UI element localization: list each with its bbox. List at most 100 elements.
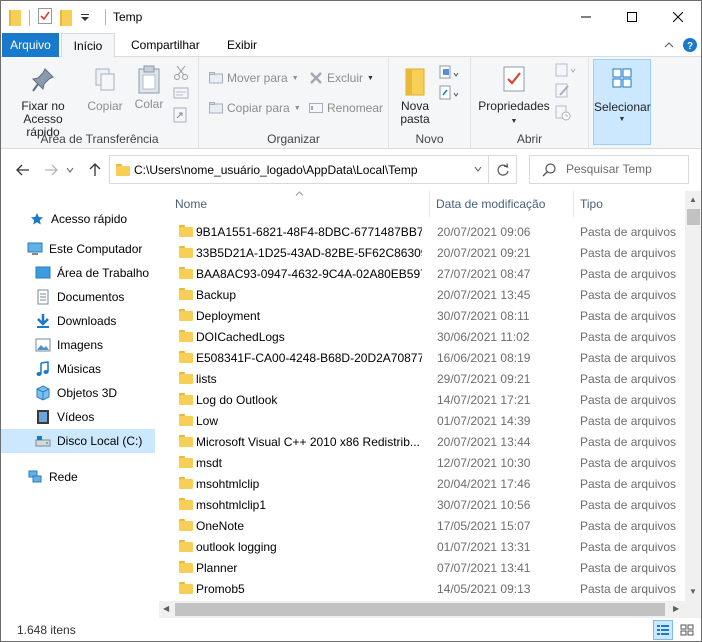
table-row[interactable]: Promob5 14/05/2021 09:13 Pasta de arquivos (159, 578, 685, 599)
tab-view[interactable]: Exibir (217, 33, 267, 57)
rename-button[interactable]: Renomear (309, 101, 383, 115)
nav-quick-access[interactable]: Acesso rápido (1, 207, 155, 231)
column-divider[interactable] (573, 191, 574, 217)
refresh-button[interactable] (488, 156, 517, 183)
new-folder-icon[interactable] (60, 9, 72, 26)
properties-icon[interactable] (38, 8, 52, 27)
file-name[interactable]: Promob5 (196, 582, 422, 596)
paste-button[interactable]: Colar (129, 65, 169, 111)
select-button[interactable]: Selecionar ▼ (593, 59, 651, 145)
scroll-left-icon[interactable]: ◀ (163, 604, 169, 613)
address-bar[interactable]: C:\Users\nome_usuário_logado\AppData\Loc… (109, 155, 517, 184)
customize-toolbar-icon[interactable] (80, 11, 90, 25)
table-row[interactable]: 33B5D21A-1D25-43AD-82BE-5F62C863098F 20/0… (159, 242, 685, 263)
move-to-button[interactable]: Mover para ▼ (209, 71, 299, 85)
table-row[interactable]: msohtmlclip 20/04/2021 17:46 Pasta de arqu… (159, 473, 685, 494)
table-row[interactable]: DOICachedLogs 30/06/2021 11:02 Pasta de ar… (159, 326, 685, 347)
back-button[interactable] (13, 161, 33, 179)
table-row[interactable]: lists 29/07/2021 09:21 Pasta de arquivos (159, 368, 685, 389)
nav-this-pc[interactable]: Este Computador (1, 237, 155, 261)
file-name[interactable]: msohtmlclip1 (196, 498, 422, 512)
table-row[interactable]: Deployment 30/07/2021 08:11 Pasta de arqui… (159, 305, 685, 326)
file-name[interactable]: Log do Outlook (196, 393, 422, 407)
table-row[interactable]: msdt 12/07/2021 10:30 Pasta de arquivos (159, 452, 685, 473)
recent-locations-button[interactable] (63, 161, 77, 179)
address-path[interactable]: C:\Users\nome_usuário_logado\AppData\Loc… (134, 163, 418, 177)
file-name[interactable]: Backup (196, 288, 422, 302)
nav-pictures[interactable]: Imagens (1, 333, 155, 357)
up-button[interactable] (85, 161, 105, 179)
file-name[interactable]: lists (196, 372, 422, 386)
file-name[interactable]: BAA8AC93-0947-4632-9C4A-02A80EB597... (196, 267, 422, 281)
scroll-up-icon[interactable]: ▲ (689, 195, 697, 204)
table-row[interactable]: E508341F-CA00-4248-B68D-20D2A7087747 16/0… (159, 347, 685, 368)
scroll-thumb[interactable] (687, 209, 700, 225)
close-button[interactable] (655, 1, 701, 32)
open-icon[interactable] (555, 63, 579, 80)
cut-icon[interactable] (173, 65, 189, 84)
table-row[interactable]: Low 01/07/2021 14:39 Pasta de arquivos (159, 410, 685, 431)
collapse-ribbon-button[interactable] (661, 37, 677, 53)
file-name[interactable]: 9B1A1551-6821-48F4-8DBC-6771487BB78B (196, 225, 422, 239)
table-row[interactable]: outlook logging 01/07/2021 13:31 Pasta de … (159, 536, 685, 557)
table-row[interactable]: Microsoft Visual C++ 2010 x86 Redistrib.… (159, 431, 685, 452)
tab-file[interactable]: Arquivo (2, 33, 59, 57)
chevron-down-icon[interactable] (474, 165, 482, 174)
table-row[interactable]: Backup 20/07/2021 13:45 Pasta de arquivos (159, 284, 685, 305)
column-name[interactable]: Nome (175, 197, 207, 211)
nav-downloads[interactable]: Downloads (1, 309, 155, 333)
easy-access-icon[interactable] (439, 85, 461, 104)
table-row[interactable]: OneNote 17/05/2021 15:07 Pasta de arquivos (159, 515, 685, 536)
large-icons-view-button[interactable] (677, 620, 697, 640)
new-item-icon[interactable] (439, 65, 461, 82)
forward-button[interactable] (41, 161, 61, 179)
table-row[interactable]: Planner 07/07/2021 13:41 Pasta de arquivos (159, 557, 685, 578)
column-date[interactable]: Data de modificação (436, 197, 545, 211)
delete-button[interactable]: Excluir ▼ (309, 71, 374, 85)
nav-3d-objects[interactable]: Objetos 3D (1, 381, 155, 405)
tab-share[interactable]: Compartilhar (121, 33, 210, 57)
file-name[interactable]: 33B5D21A-1D25-43AD-82BE-5F62C863098F (196, 246, 422, 260)
copy-path-icon[interactable] (173, 87, 189, 102)
file-name[interactable]: Microsoft Visual C++ 2010 x86 Redistrib.… (196, 435, 422, 449)
nav-music[interactable]: Músicas (1, 357, 155, 381)
file-name[interactable]: msdt (196, 456, 422, 470)
column-type[interactable]: Tipo (580, 197, 603, 211)
table-row[interactable]: BAA8AC93-0947-4632-9C4A-02A80EB597... 27/… (159, 263, 685, 284)
copy-button[interactable]: Copiar (85, 67, 125, 113)
file-name[interactable]: E508341F-CA00-4248-B68D-20D2A7087747 (196, 351, 422, 365)
nav-local-disk[interactable]: Disco Local (C:) (1, 429, 155, 453)
maximize-button[interactable] (609, 1, 655, 32)
details-view-button[interactable] (653, 620, 673, 640)
search-box[interactable] (529, 155, 689, 184)
nav-desktop[interactable]: Área de Trabalho (1, 261, 155, 285)
nav-documents[interactable]: Documentos (1, 285, 155, 309)
paste-shortcut-icon[interactable] (173, 107, 187, 126)
help-button[interactable]: ? (682, 37, 698, 53)
edit-icon[interactable] (555, 83, 571, 102)
copy-to-button[interactable]: Copiar para ▼ (209, 101, 301, 115)
minimize-button[interactable] (563, 1, 609, 32)
table-row[interactable]: 9B1A1551-6821-48F4-8DBC-6771487BB78B 20/0… (159, 221, 685, 242)
nav-videos[interactable]: Vídeos (1, 405, 155, 429)
file-name[interactable]: msohtmlclip (196, 477, 422, 491)
file-name[interactable]: OneNote (196, 519, 422, 533)
vertical-scrollbar[interactable]: ▲ ▼ (685, 191, 701, 601)
column-divider[interactable] (429, 191, 430, 217)
history-icon[interactable] (555, 105, 571, 124)
new-folder-button[interactable]: Nova pasta (393, 67, 437, 126)
scroll-down-icon[interactable]: ▼ (689, 587, 697, 596)
horizontal-scrollbar[interactable]: ◀ ▶ (159, 601, 685, 618)
properties-button[interactable]: Propriedades ▼ (477, 65, 551, 128)
file-name[interactable]: DOICachedLogs (196, 330, 422, 344)
scroll-right-icon[interactable]: ▶ (673, 604, 679, 613)
search-input[interactable] (566, 162, 684, 176)
file-name[interactable]: Low (196, 414, 422, 428)
table-row[interactable]: msohtmlclip1 30/07/2021 10:56 Pasta de arq… (159, 494, 685, 515)
pin-quick-access-button[interactable]: Fixar no Acesso rápido (5, 67, 81, 139)
file-name[interactable]: Deployment (196, 309, 422, 323)
tab-home[interactable]: Início (61, 33, 115, 58)
file-name[interactable]: outlook logging (196, 540, 422, 554)
table-row[interactable]: Log do Outlook 14/07/2021 17:21 Pasta de a… (159, 389, 685, 410)
nav-network[interactable]: Rede (1, 465, 155, 489)
